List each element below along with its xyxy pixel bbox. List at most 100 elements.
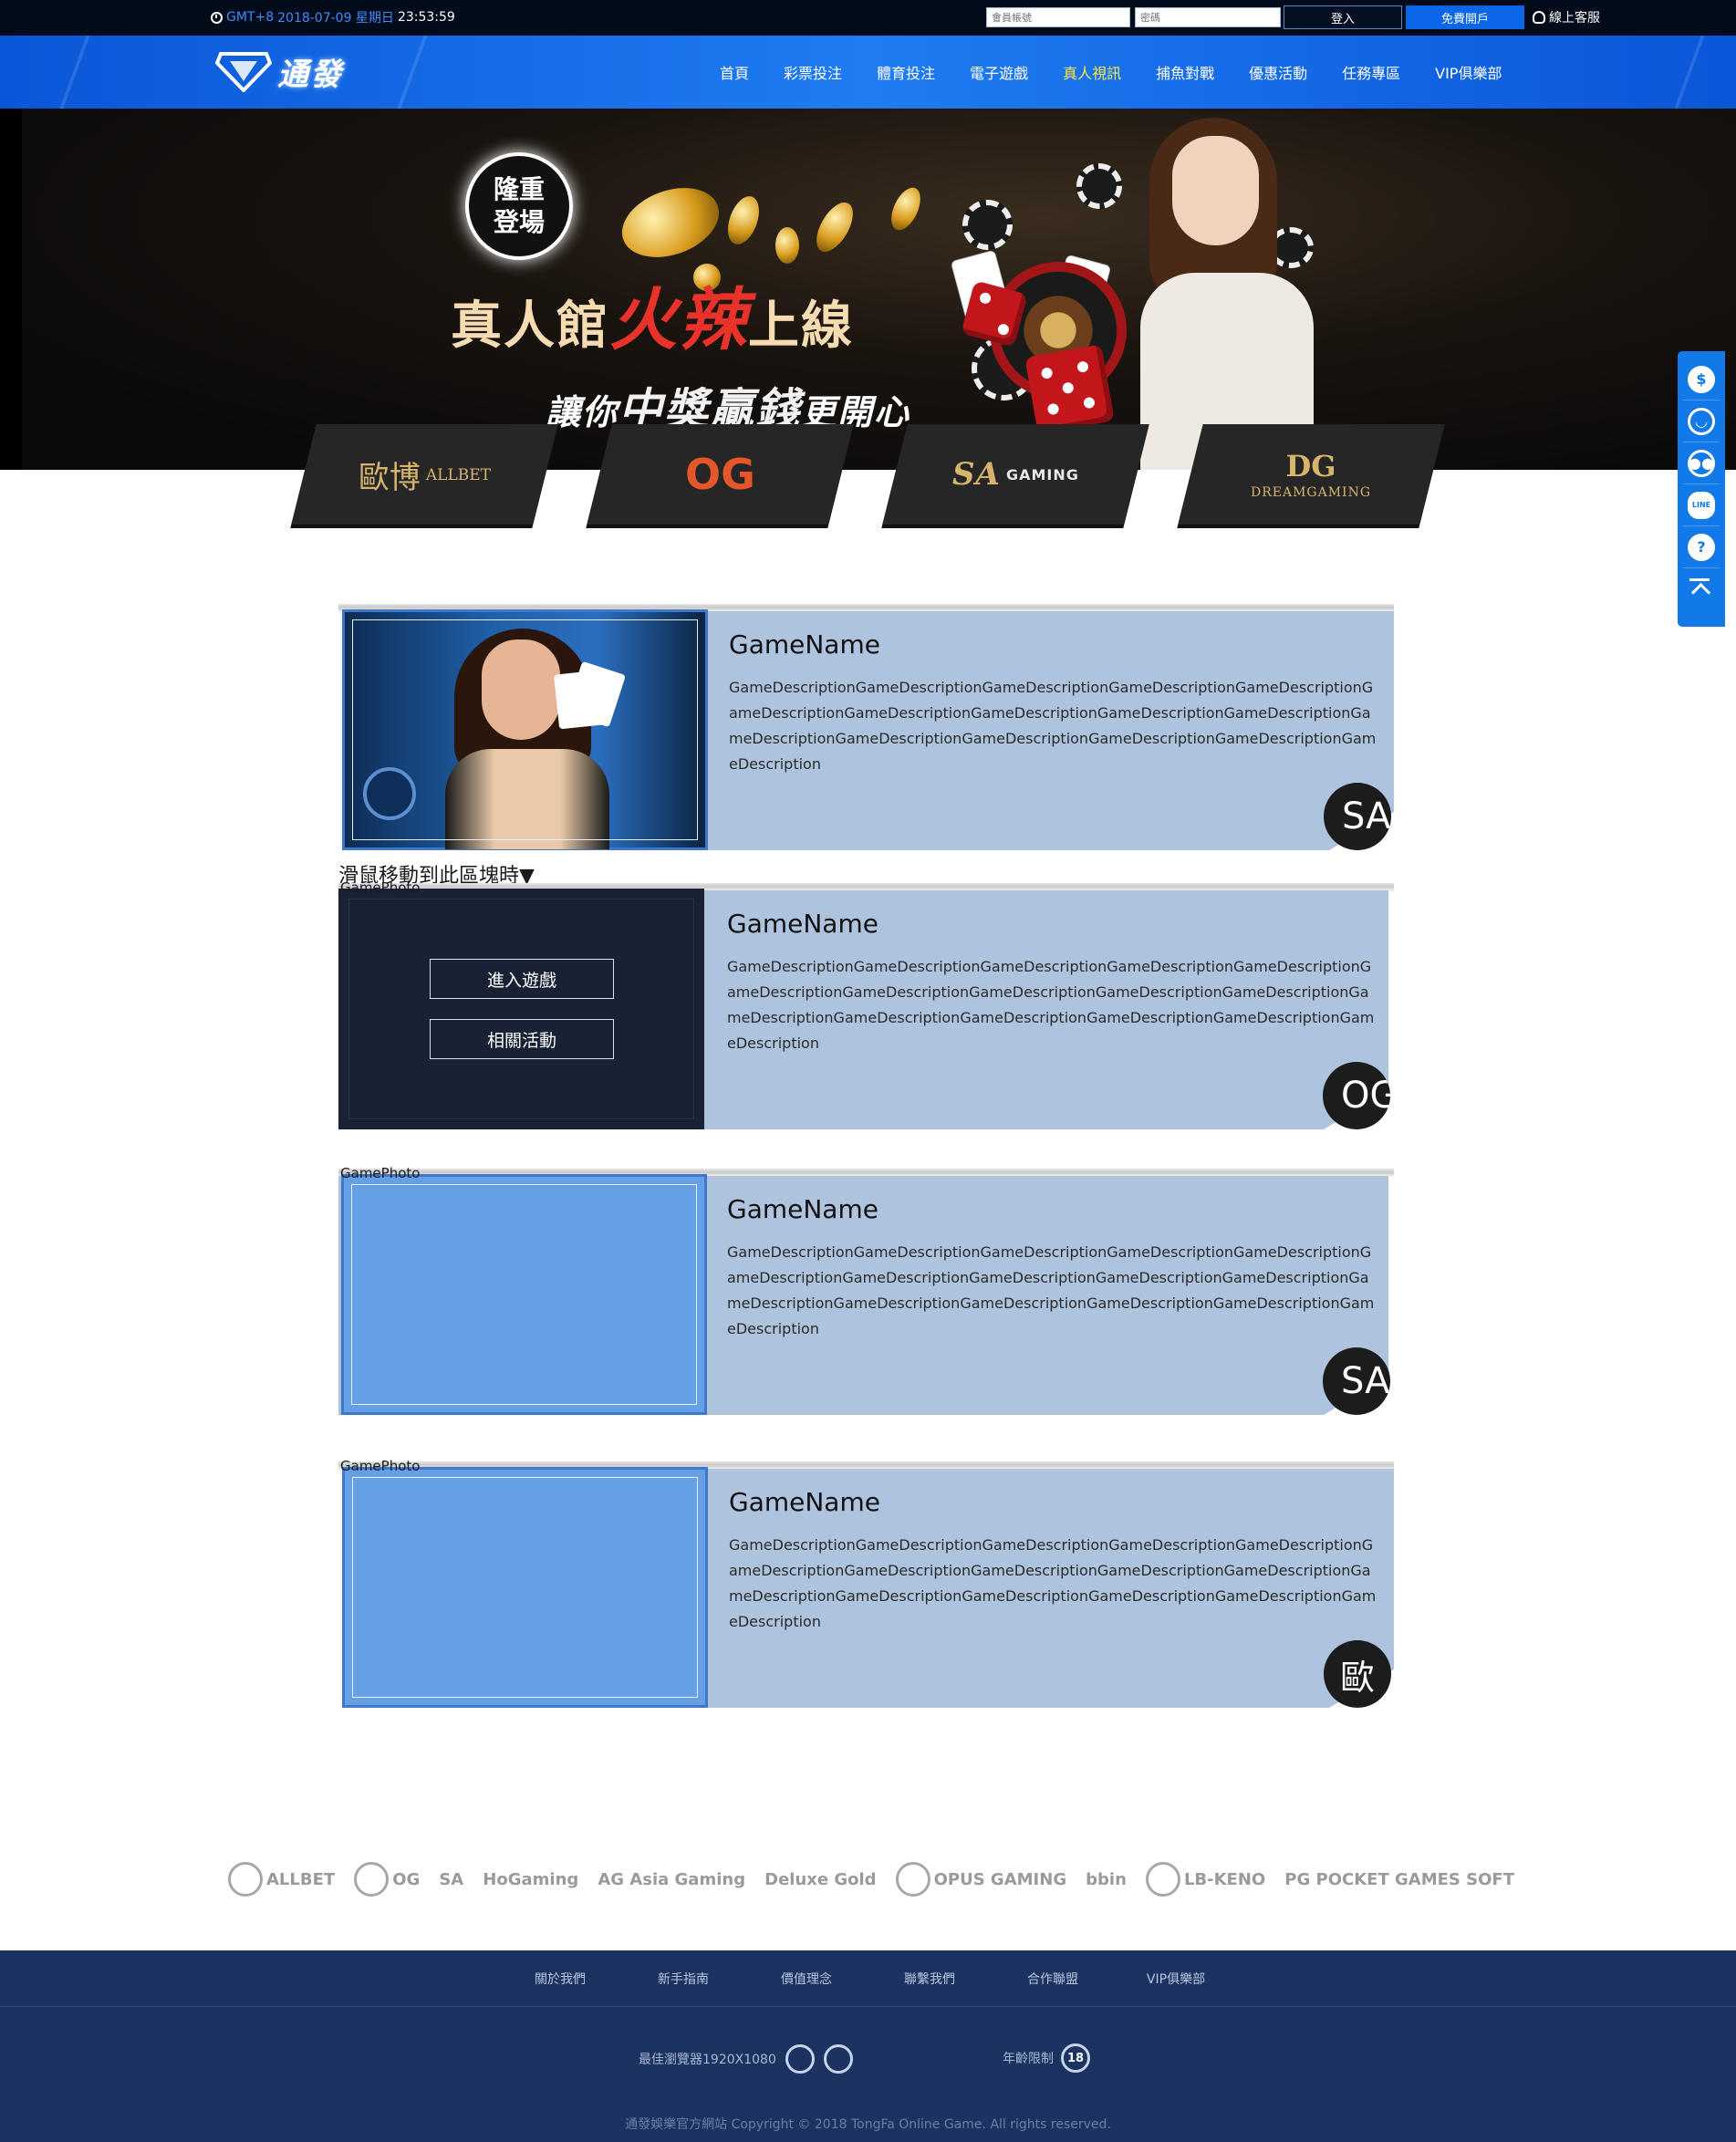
- dreamgaming-logo: DG DREAMGAMING: [1251, 449, 1372, 500]
- footer-link[interactable]: 新手指南: [622, 1970, 745, 1988]
- nav-item[interactable]: 體育投注: [859, 61, 952, 83]
- partner-logo: LB-KENO: [1145, 1862, 1265, 1897]
- game-card: 進入遊戲 相關活動 GamePhoto GameName GameDescrip…: [338, 879, 1394, 1129]
- game-description: GameDescriptionGameDescriptionGameDescri…: [727, 958, 1375, 1052]
- provider-tab-allbet[interactable]: 歐博 ALLBET: [291, 424, 558, 525]
- partner-logos: ALLBET OG SA HoGaming AG Asia Gaming Deluxe G…: [228, 1852, 1514, 1907]
- browser-note: 最佳瀏覽器1920X1080: [639, 2044, 853, 2074]
- og-logo: OG: [685, 450, 755, 499]
- game-card: GamePhoto GameName GameDescriptionGameDe…: [338, 1165, 1394, 1415]
- wechat-button[interactable]: ●●: [1683, 442, 1720, 484]
- partner-logo: bbin: [1086, 1869, 1127, 1889]
- time-label: 23:53:59: [397, 10, 455, 25]
- game-name: GameName: [729, 1487, 880, 1517]
- provider-badge: SA: [1323, 1347, 1390, 1415]
- game-description: GameDescriptionGameDescriptionGameDescri…: [729, 1536, 1377, 1630]
- nav-item[interactable]: 首頁: [702, 61, 766, 83]
- partner-mark-icon: [354, 1862, 390, 1897]
- login-button[interactable]: 登入: [1284, 5, 1402, 29]
- related-promo-button[interactable]: 相關活動: [430, 1019, 614, 1059]
- nav-item[interactable]: 彩票投注: [766, 61, 859, 83]
- footer: 關於我們 新手指南 價值理念 聯繫我們 合作聯盟 VIP俱樂部 最佳瀏覽器1920X108…: [0, 1950, 1736, 2142]
- partner-logo: Deluxe Gold: [764, 1869, 877, 1889]
- nav-item[interactable]: VIP俱樂部: [1418, 61, 1519, 83]
- date-label: 2018-07-09 星期日: [277, 11, 394, 26]
- game-card: GamePhoto GameName GameDescriptionGameDe…: [338, 1458, 1394, 1708]
- wechat-icon: ●●: [1688, 449, 1715, 477]
- provider-tab-dreamgaming[interactable]: DG DREAMGAMING: [1178, 424, 1445, 525]
- game-description: GameDescriptionGameDescriptionGameDescri…: [727, 1243, 1375, 1337]
- game-card: GameName GameDescriptionGameDescriptionG…: [338, 604, 1394, 850]
- partner-mark-icon: [228, 1862, 263, 1897]
- partner-logo: ALLBET: [228, 1862, 335, 1897]
- help-button[interactable]: ?: [1683, 526, 1720, 568]
- partner-logo: HoGaming: [483, 1869, 579, 1889]
- provider-badge: SA: [1324, 783, 1391, 850]
- footer-link[interactable]: 聯繫我們: [868, 1970, 992, 1988]
- photo-alt-label: GamePhoto: [340, 1458, 421, 1474]
- help-icon: ?: [1688, 533, 1715, 561]
- deposit-button[interactable]: $: [1683, 359, 1720, 400]
- nav-items: 首頁 彩票投注 體育投注 電子遊戲 真人視訊 捕魚對戰 優惠活動 任務專區 VIP俱樂部: [702, 36, 1519, 109]
- nav-item[interactable]: 電子遊戲: [952, 61, 1045, 83]
- game-name: GameName: [727, 909, 878, 939]
- line-button[interactable]: LINE: [1683, 484, 1720, 526]
- diamond-logo-icon: [214, 50, 273, 93]
- banner-headline: 真人館火辣上線: [451, 281, 854, 359]
- footer-links: 關於我們 新手指南 價值理念 聯繫我們 合作聯盟 VIP俱樂部: [0, 1950, 1736, 2007]
- provider-tab-og[interactable]: OG: [587, 424, 854, 525]
- provider-tab-sa[interactable]: SA GAMING: [882, 424, 1149, 525]
- back-to-top-button[interactable]: [1683, 568, 1720, 610]
- customer-service-button[interactable]: ◡: [1683, 400, 1720, 442]
- provider-badge: 歐: [1324, 1640, 1391, 1708]
- site-logo[interactable]: 通發: [214, 44, 370, 99]
- dollar-icon: $: [1688, 365, 1715, 393]
- footer-link[interactable]: 價值理念: [745, 1970, 868, 1988]
- top-bar: GMT+8 2018-07-09 星期日 23:53:59 登入 免費開戶 線上…: [0, 0, 1736, 36]
- partner-logo: PG POCKET GAMES SOFT: [1284, 1869, 1514, 1889]
- photo-alt-label: GamePhoto: [340, 879, 421, 896]
- photo-alt-label: GamePhoto: [340, 1165, 421, 1181]
- timezone-label: GMT+8: [226, 10, 275, 25]
- footer-link[interactable]: 關於我們: [499, 1970, 622, 1988]
- brand-name: 通發: [277, 56, 343, 93]
- clock-icon: [211, 11, 223, 24]
- nav-item[interactable]: 任務專區: [1325, 61, 1418, 83]
- partner-logo: OG: [354, 1862, 420, 1897]
- banner-badge: 隆重 登場: [465, 152, 573, 260]
- register-button[interactable]: 免費開戶: [1406, 5, 1524, 29]
- floating-sidebar: $ ◡ ●● LINE ?: [1678, 351, 1725, 627]
- headset-icon: ◡: [1688, 407, 1715, 435]
- sa-gaming-logo: SA GAMING: [952, 456, 1079, 493]
- nav-item[interactable]: 真人視訊: [1045, 61, 1138, 83]
- provider-badge: OG: [1323, 1062, 1390, 1129]
- game-photo-hover: 進入遊戲 相關活動: [338, 889, 704, 1129]
- footer-link[interactable]: 合作聯盟: [992, 1970, 1115, 1988]
- game-name: GameName: [727, 1194, 878, 1224]
- game-photo[interactable]: [342, 609, 708, 850]
- headset-icon: [1533, 11, 1545, 24]
- age-restriction: 年齡限制 18: [1003, 2043, 1090, 2073]
- age-18-icon: 18: [1061, 2043, 1090, 2073]
- footer-link[interactable]: VIP俱樂部: [1115, 1970, 1238, 1988]
- enter-game-button[interactable]: 進入遊戲: [430, 959, 614, 999]
- game-photo[interactable]: [342, 1467, 708, 1708]
- support-link[interactable]: 線上客服: [1533, 8, 1600, 26]
- nav-item[interactable]: 捕魚對戰: [1138, 61, 1232, 83]
- game-photo[interactable]: [341, 1174, 707, 1415]
- support-label: 線上客服: [1549, 11, 1600, 26]
- nav-item[interactable]: 優惠活動: [1232, 61, 1325, 83]
- partner-logo: OPUS GAMING: [895, 1862, 1066, 1897]
- game-name: GameName: [729, 629, 880, 660]
- partner-logo: AG Asia Gaming: [598, 1869, 746, 1889]
- copyright: 通發娛樂官方網站 Copyright © 2018 TongFa Online …: [625, 2117, 1111, 2132]
- hero-banner: 隆重 登場 真人館火辣上線 讓你中獎贏錢更開心: [0, 109, 1736, 470]
- allbet-logo: 歐博 ALLBET: [358, 459, 492, 496]
- chrome-icon: [823, 2044, 853, 2074]
- password-input[interactable]: [1135, 7, 1281, 27]
- line-icon: LINE: [1688, 491, 1715, 519]
- partner-mark-icon: [895, 1862, 930, 1897]
- firefox-icon: [785, 2044, 815, 2074]
- back-to-top-icon: [1689, 578, 1713, 600]
- account-input[interactable]: [986, 7, 1130, 27]
